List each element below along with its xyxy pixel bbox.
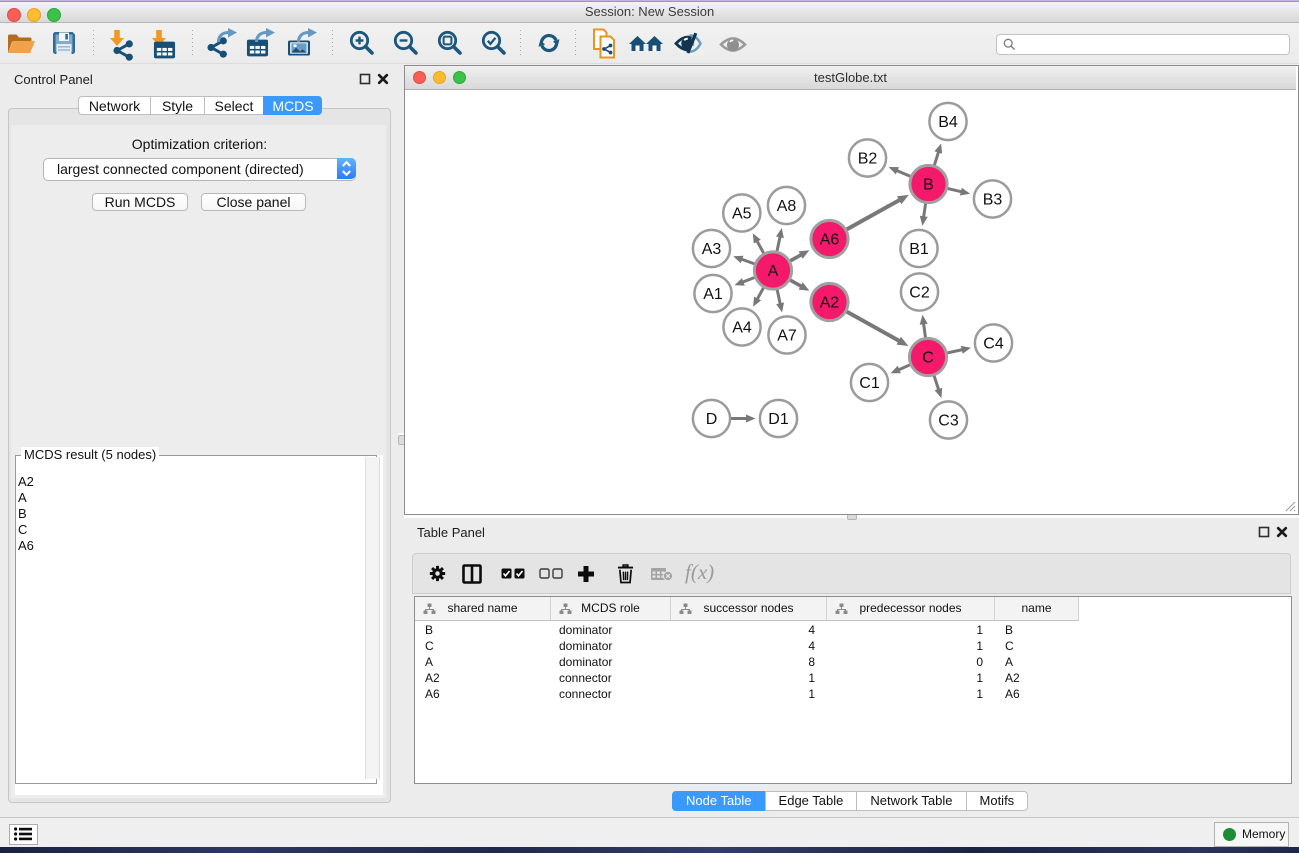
svg-text:D: D	[706, 411, 718, 428]
svg-text:A1: A1	[703, 286, 723, 303]
svg-text:A8: A8	[777, 198, 797, 215]
svg-text:C: C	[922, 350, 934, 367]
svg-text:A: A	[768, 263, 779, 280]
svg-text:B4: B4	[938, 114, 958, 131]
svg-text:A6: A6	[820, 232, 840, 249]
svg-text:C3: C3	[938, 413, 959, 430]
svg-text:C1: C1	[859, 375, 880, 392]
svg-text:A2: A2	[820, 295, 840, 312]
svg-text:A5: A5	[732, 206, 752, 223]
svg-text:D1: D1	[768, 411, 789, 428]
svg-text:B2: B2	[858, 151, 878, 168]
svg-text:A4: A4	[732, 320, 752, 337]
svg-text:A3: A3	[702, 241, 722, 258]
svg-text:C4: C4	[983, 336, 1004, 353]
svg-text:C2: C2	[909, 285, 930, 302]
svg-text:A7: A7	[777, 328, 797, 345]
svg-text:B3: B3	[983, 192, 1003, 209]
svg-text:B1: B1	[909, 241, 929, 258]
svg-text:B: B	[923, 177, 934, 194]
